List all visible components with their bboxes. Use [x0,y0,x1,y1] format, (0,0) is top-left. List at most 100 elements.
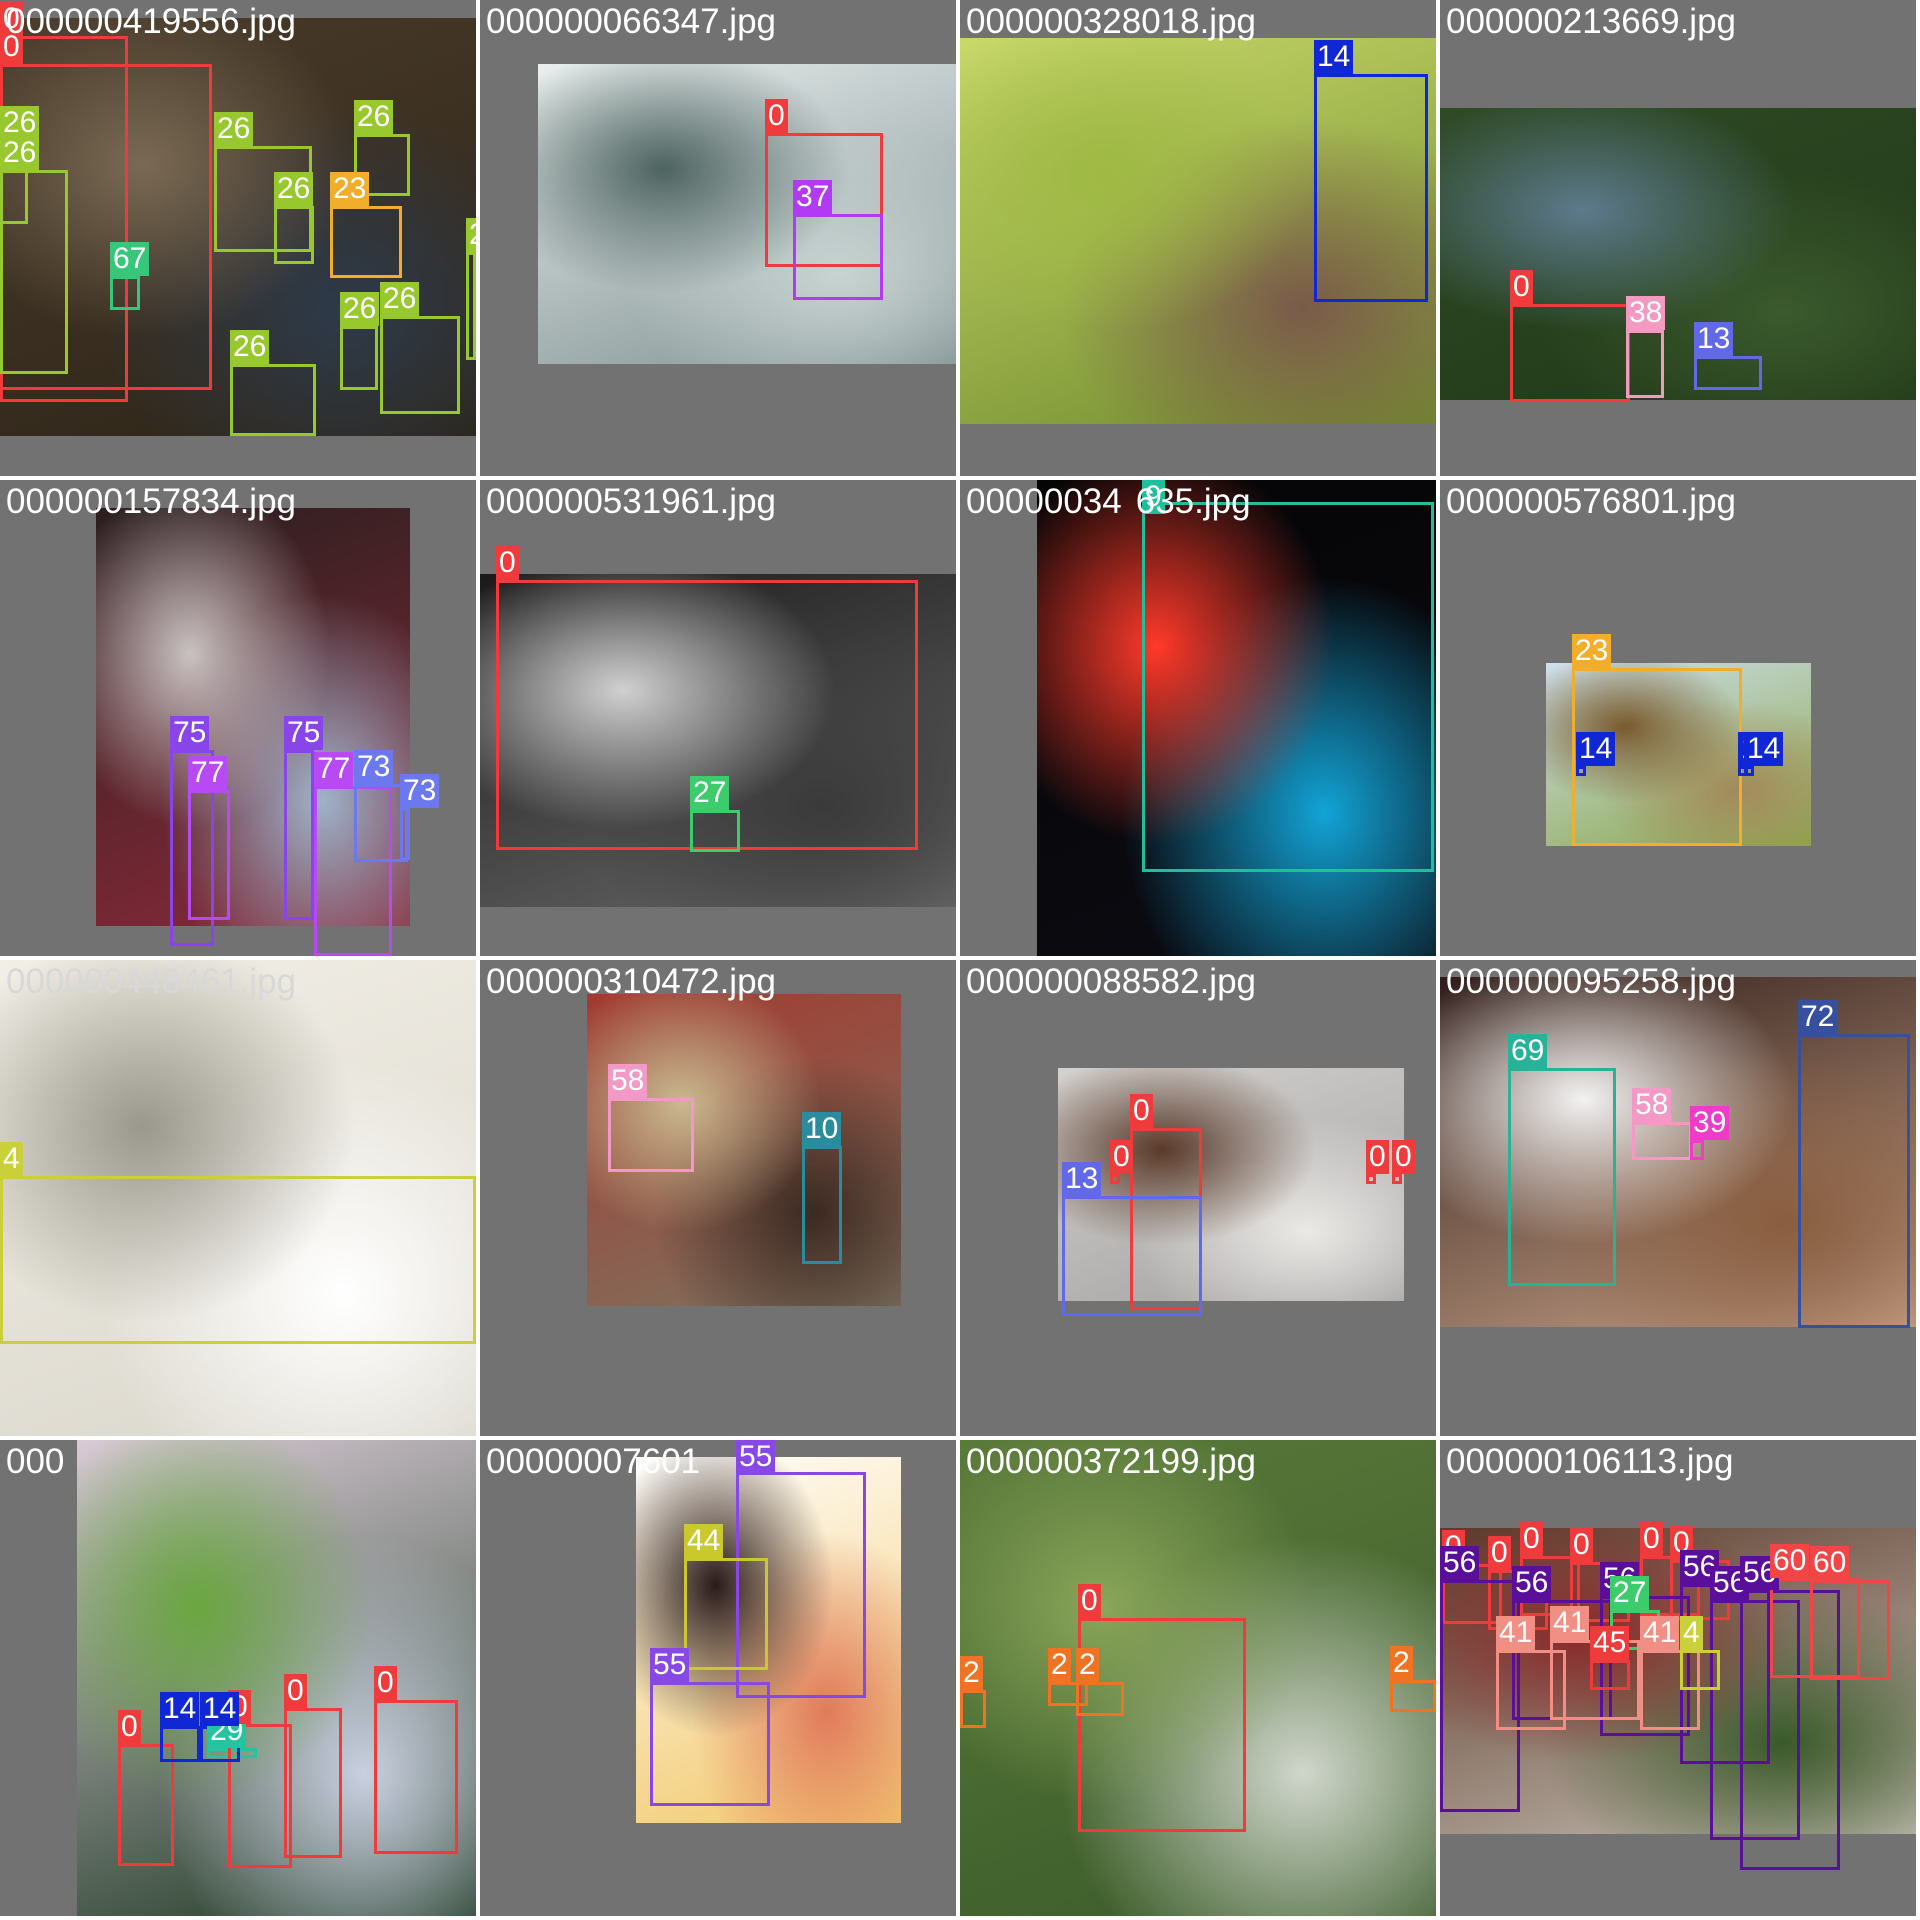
detection-box [1590,1660,1630,1690]
tile-filename: 000 [6,1442,65,1481]
class-label: 77 [314,752,354,786]
tile-filename: 000000095258.jpg [1446,962,1737,1001]
image-tile: 000000372199.jpg 0 2 2 2 2 [960,1440,1436,1916]
tile-filename: 000000576801.jpg [1446,482,1737,521]
detection-box [608,1098,694,1172]
class-label: 0 [765,99,788,133]
class-label: 26 [0,106,40,140]
detection-box [1694,356,1762,390]
detection-box [230,364,316,436]
tile-filename: 000000372199.jpg [966,1442,1257,1481]
class-label: 26 [274,172,314,206]
detection-box [188,790,230,920]
image-tile: 000000448461.jpg 4 [0,960,476,1436]
detection-box [118,1744,174,1866]
detection-box [1690,1140,1704,1160]
image-tile: 000000088582.jpg 0 0 0 0 13 [960,960,1436,1436]
tile-filename: 000000448461.jpg [6,962,297,1001]
class-label: 14 [200,1692,240,1726]
class-label: 58 [608,1064,648,1098]
detection-box [1680,1650,1720,1690]
class-label: 23 [330,172,370,206]
class-label: 56 [1512,1566,1552,1600]
class-label: 4 [1680,1616,1703,1650]
class-label: 37 [793,180,833,214]
class-label: 39 [1690,1106,1730,1140]
image-tile: 000000531961.jpg 0 27 [480,480,956,956]
image-tile: 000000213669.jpg0383213 [1440,0,1916,476]
class-label: 41 [1550,1606,1590,1640]
tile-filename: 000000419556.jpg [6,2,297,41]
class-label: 0 [1510,270,1533,304]
tile-filename: 000000088582.jpg [966,962,1257,1001]
image-tile: 000000328018.jpg 14 [960,0,1436,476]
detection-box [690,810,740,852]
detection-box [400,808,410,860]
detection-box [793,214,883,300]
class-label: 0 [1570,1528,1593,1562]
class-label: 60 [1810,1546,1850,1580]
detection-box [284,1708,342,1858]
image-tile: 00000034 635.jpg 9 [960,480,1436,956]
class-label: 26 [340,292,380,326]
class-label: 75 [284,716,324,750]
class-label: 69 [1508,1034,1548,1068]
class-label: 75 [170,716,210,750]
class-label: 27 [1610,1576,1650,1610]
class-label: 27 [690,776,730,810]
tile-filename: 000000531961.jpg [486,482,777,521]
detection-box [110,276,140,310]
class-label: 2 [1076,1648,1099,1682]
grid-divider [476,0,480,1920]
image-tile: 0002900001414 [0,1440,476,1916]
class-label: 0 [284,1674,307,1708]
detection-box [1632,1122,1692,1160]
detection-box [1392,1174,1402,1184]
detection-box [1576,766,1586,776]
detection-box [0,1176,476,1344]
class-label: 14 [1314,40,1354,74]
detection-box [1366,1174,1376,1184]
class-label: 0 [374,1666,397,1700]
grid-divider [0,476,1920,480]
image-tile: 000000576801.jpg23141414 [1440,480,1916,956]
class-label: 0 [496,546,519,580]
detection-box [1314,74,1428,302]
detection-box [684,1558,768,1670]
detection-box [274,206,314,264]
class-label: 0 [1640,1522,1663,1556]
class-label: 44 [684,1524,724,1558]
batch-mosaic: 000000419556.jpg002626262626236726262626… [0,0,1920,1920]
class-label: 67 [110,242,150,276]
class-label: 2 [1048,1648,1071,1682]
tile-filename: 000000066347.jpg [486,2,777,41]
class-label: 14 [1744,732,1784,766]
class-label: 26 [380,282,420,316]
detection-box [1076,1682,1124,1716]
detection-box [1062,1196,1202,1316]
class-label: 2 [960,1656,983,1690]
detection-box [330,206,402,278]
grid-divider [0,956,1920,960]
class-label: 72 [1798,1000,1838,1034]
image-tile: 000000157834.jpg 75 75 77 77 73 73 [0,480,476,956]
detection-box [1744,766,1754,776]
class-label: 41 [1640,1616,1680,1650]
class-label: 26 [354,100,394,134]
grid-divider [956,0,960,1920]
detection-box [1810,1580,1890,1680]
tile-filename: 00000034 635.jpg [966,482,1251,521]
class-label: 73 [400,774,440,808]
class-label: 55 [736,1440,776,1474]
image-tile: 000000066347.jpg 0 37 [480,0,956,476]
class-label: 0 [118,1710,141,1744]
class-label: 26 [230,330,270,364]
class-label: 26 [0,136,40,170]
class-label: 26 [466,218,476,252]
class-label: 58 [1632,1088,1672,1122]
grid-divider [0,1436,1920,1440]
tile-filename: 000000157834.jpg [6,482,297,521]
grid-divider [1436,0,1440,1920]
class-label: 14 [160,1692,200,1726]
detection-box [1798,1034,1910,1328]
